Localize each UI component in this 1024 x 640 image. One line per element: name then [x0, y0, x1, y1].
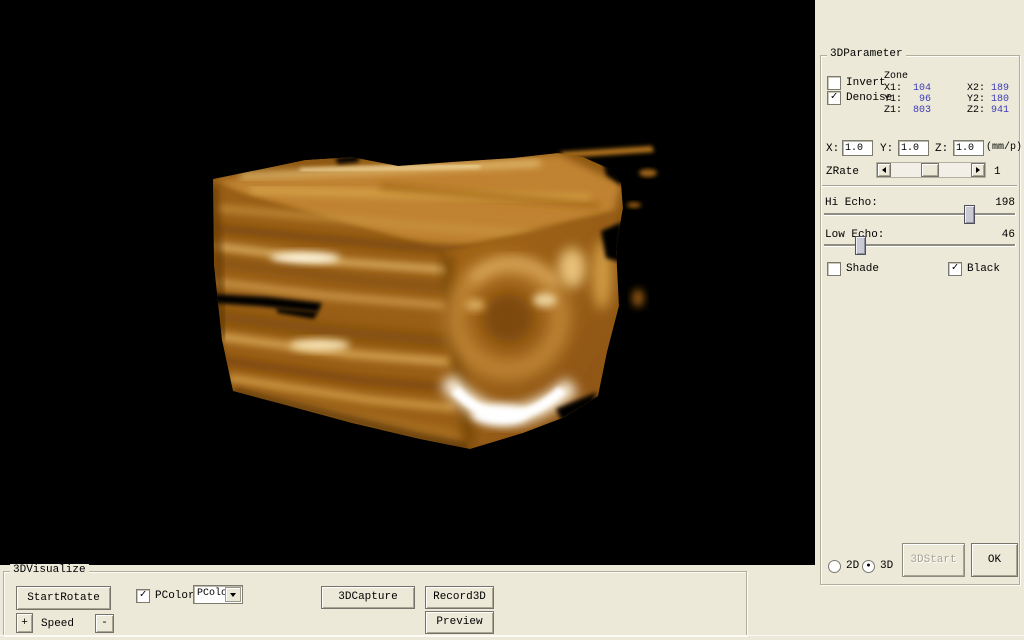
invert-checkbox[interactable]	[827, 76, 841, 90]
z-scale-input[interactable]	[953, 140, 984, 156]
x-scale-label: X:	[826, 143, 839, 155]
denoise-row: ✓ Denoise	[827, 91, 892, 105]
speed-minus-button[interactable]: -	[95, 614, 114, 633]
volume-render	[0, 0, 815, 565]
zrate-scrollbar[interactable]	[876, 162, 986, 178]
mode-2d-row: 2D	[828, 560, 859, 573]
zone-x1-value: 104	[901, 83, 931, 94]
zrate-left-arrow[interactable]	[877, 163, 891, 177]
hi-echo-slider-track[interactable]	[824, 213, 1016, 216]
black-checkbox[interactable]: ✓	[948, 262, 962, 276]
zone-y1-value: 96	[901, 94, 931, 105]
mode-3d-radio[interactable]: ●	[862, 560, 875, 573]
zone-y2-value: 180	[979, 94, 1009, 105]
pcolor-checkbox[interactable]: ✓	[136, 589, 150, 603]
right-arrow-icon	[976, 167, 980, 173]
low-echo-slider-track[interactable]	[824, 244, 1016, 247]
zrate-value: 1	[994, 166, 1001, 178]
zrate-right-arrow[interactable]	[971, 163, 985, 177]
low-echo-slider-thumb[interactable]	[855, 236, 866, 255]
zone-y1-label: Y1:	[884, 94, 902, 105]
mode-3d-label: 3D	[880, 560, 893, 572]
black-label: Black	[967, 263, 1000, 275]
zrate-label: ZRate	[826, 166, 859, 178]
parameter-groupbox: 3DParameter Invert ✓ Denoise Zone X1: 10…	[820, 55, 1020, 585]
panel-divider	[822, 185, 1017, 187]
y-scale-label: Y:	[880, 143, 893, 155]
shade-label: Shade	[846, 263, 879, 275]
visualize-group-title: 3DVisualize	[10, 564, 89, 576]
invert-label: Invert	[846, 77, 886, 89]
pcolor-row: ✓ PColor	[136, 589, 195, 603]
mode-2d-radio[interactable]	[828, 560, 841, 573]
pcolor-select-arrow[interactable]	[225, 587, 241, 602]
zone-z1-label: Z1:	[884, 105, 902, 116]
mode-2d-label: 2D	[846, 560, 859, 572]
zone-x1-label: X1:	[884, 83, 902, 94]
y-scale-input[interactable]	[898, 140, 929, 156]
window-bottom-edge	[0, 635, 1024, 636]
visualize-groupbox: 3DVisualize StartRotate + Speed - ✓ PCol…	[3, 571, 747, 636]
hi-echo-slider-thumb[interactable]	[964, 205, 975, 224]
shade-checkbox[interactable]	[827, 262, 841, 276]
left-arrow-icon	[882, 167, 886, 173]
pcolor-label: PColor	[155, 590, 195, 602]
scale-unit-label: (mm/p)	[986, 142, 1022, 153]
preview-button[interactable]: Preview	[425, 611, 494, 634]
speed-plus-button[interactable]: +	[16, 613, 33, 633]
zone-z2-value: 941	[979, 105, 1009, 116]
3dstart-button[interactable]: 3DStart	[902, 543, 965, 577]
z-scale-label: Z:	[935, 143, 948, 155]
x-scale-input[interactable]	[842, 140, 873, 156]
pcolor-select[interactable]: PColor	[193, 585, 243, 604]
parameter-group-title: 3DParameter	[827, 48, 906, 60]
zrate-scrollbar-thumb[interactable]	[921, 163, 939, 177]
start-rotate-button[interactable]: StartRotate	[16, 586, 111, 610]
record3d-button[interactable]: Record3D	[425, 586, 494, 609]
mode-3d-row: ● 3D	[862, 560, 893, 573]
zone-z1-value: 803	[901, 105, 931, 116]
render-viewport[interactable]	[0, 0, 815, 565]
zone-label: Zone	[884, 71, 908, 82]
invert-row: Invert	[827, 76, 886, 90]
denoise-checkbox[interactable]: ✓	[827, 91, 841, 105]
shade-row: Shade	[827, 262, 879, 276]
hi-echo-slider[interactable]	[824, 205, 1016, 223]
zone-x2-value: 189	[979, 83, 1009, 94]
black-row: ✓ Black	[948, 262, 1000, 276]
speed-label: Speed	[41, 618, 74, 630]
low-echo-slider[interactable]	[824, 236, 1016, 254]
3dcapture-button[interactable]: 3DCapture	[321, 586, 415, 609]
ultrasound-3d-app: 3DParameter Invert ✓ Denoise Zone X1: 10…	[0, 0, 1024, 640]
ok-button[interactable]: OK	[971, 543, 1018, 577]
chevron-down-icon	[230, 593, 236, 597]
